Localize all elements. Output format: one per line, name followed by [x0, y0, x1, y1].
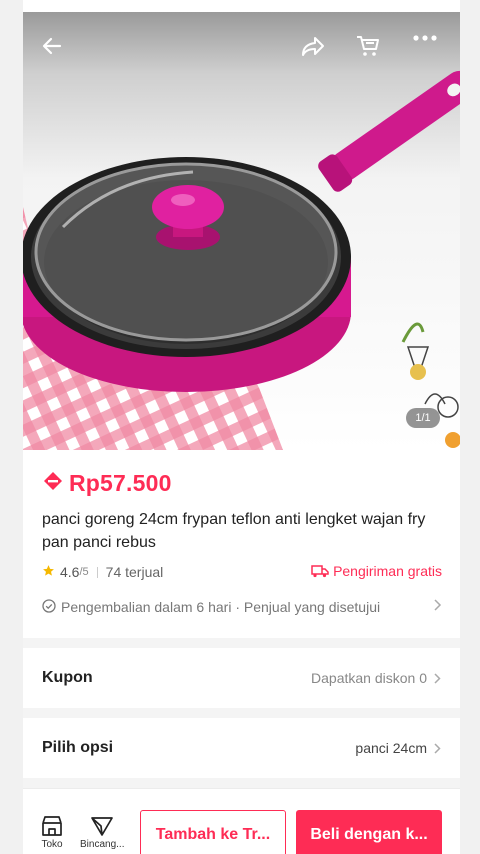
select-option-row[interactable]: Pilih opsi panci 24cm	[23, 718, 460, 778]
buy-now-button[interactable]: Beli dengan k...	[296, 810, 442, 854]
return-policy-text: Pengembalian dalam 6 hari · Penjual yang…	[61, 599, 381, 615]
bottom-action-bar: Toko Bincang... Tambah ke Tr... Beli den…	[23, 788, 460, 854]
price-row: Rp57.500	[42, 470, 172, 497]
image-counter: 1/1	[406, 408, 440, 428]
rating-value: 4.6	[60, 564, 80, 580]
coupon-value: Dapatkan diskon 0	[311, 670, 441, 686]
sold-count: 74 terjual	[105, 564, 164, 580]
price-tag-icon	[42, 471, 64, 496]
option-value-text: panci 24cm	[355, 740, 427, 756]
shipping-label: Pengiriman gratis	[333, 563, 442, 579]
rating-max: /5	[79, 566, 89, 578]
chevron-right-icon	[432, 598, 442, 615]
cart-icon[interactable]	[355, 34, 385, 64]
share-icon[interactable]	[300, 34, 330, 64]
shop-button[interactable]: Toko	[40, 815, 64, 850]
status-strip	[23, 0, 460, 12]
chat-label: Bincang...	[80, 839, 125, 850]
chevron-right-icon	[434, 672, 441, 684]
divider	[96, 566, 98, 578]
shop-icon	[42, 816, 62, 836]
option-value: panci 24cm	[355, 740, 441, 756]
more-icon[interactable]	[412, 34, 442, 64]
product-photo	[23, 70, 460, 450]
free-shipping-badge[interactable]: Pengiriman gratis	[311, 563, 442, 579]
chat-button[interactable]: Bincang...	[80, 815, 124, 850]
chevron-right-icon	[434, 742, 441, 754]
star-icon	[42, 564, 55, 580]
product-title: panci goreng 24cm frypan teflon anti len…	[42, 511, 426, 551]
coupon-row[interactable]: Kupon Dapatkan diskon 0	[23, 648, 460, 708]
check-circle-icon	[42, 598, 56, 616]
coupon-label: Kupon	[42, 669, 93, 686]
shop-label: Toko	[41, 839, 63, 850]
product-meta: 4.6 /5 74 terjual Pengiriman gratis	[42, 563, 442, 581]
back-arrow-icon[interactable]	[40, 34, 70, 64]
truck-icon	[311, 565, 329, 578]
product-screen: 1/1 Rp57.500 panci goreng 24cm frypan te…	[23, 0, 460, 854]
return-policy-row[interactable]: Pengembalian dalam 6 hari · Penjual yang…	[42, 598, 442, 616]
price: Rp57.500	[69, 470, 172, 496]
send-icon	[91, 817, 114, 836]
option-label: Pilih opsi	[42, 739, 114, 756]
product-info-card: Rp57.500 panci goreng 24cm frypan teflon…	[23, 450, 460, 638]
coupon-value-text: Dapatkan diskon 0	[311, 670, 427, 686]
product-image[interactable]: 1/1	[23, 12, 460, 450]
add-to-cart-button[interactable]: Tambah ke Tr...	[140, 810, 286, 854]
